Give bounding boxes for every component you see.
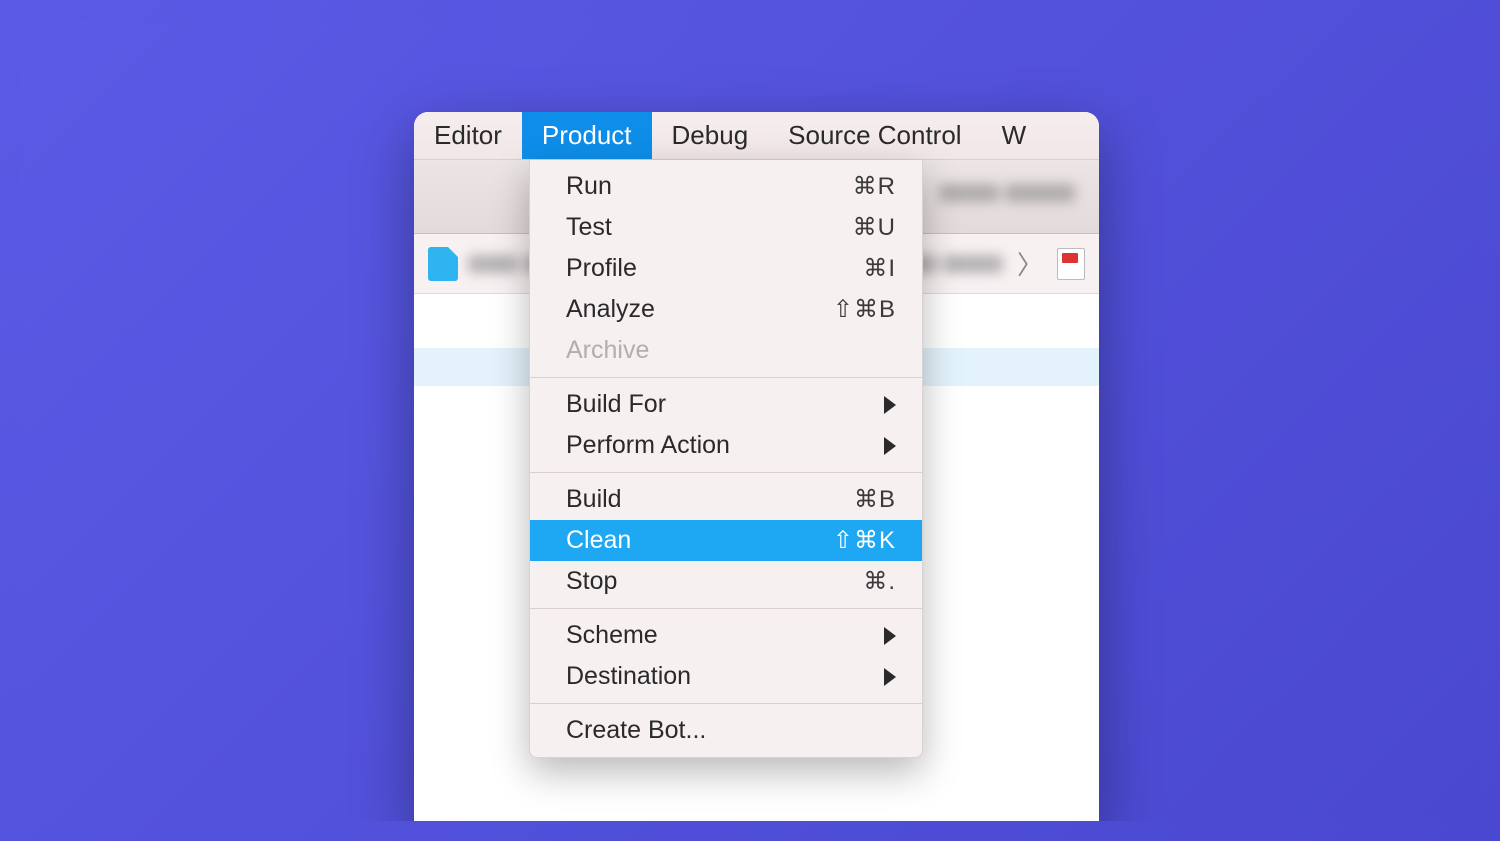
menu-item-analyze[interactable]: Analyze ⇧⌘B xyxy=(530,289,922,330)
menu-item-label: Build For xyxy=(566,390,666,419)
menu-item-shortcut: ⌘I xyxy=(863,254,896,283)
menu-item-label: Destination xyxy=(566,662,691,691)
menu-item-label: Profile xyxy=(566,254,637,283)
submenu-arrow-icon xyxy=(884,396,896,414)
menu-product[interactable]: Product xyxy=(522,112,652,159)
menu-debug[interactable]: Debug xyxy=(652,112,769,159)
toolbar-blurred-content xyxy=(939,184,1099,212)
menu-item-scheme[interactable]: Scheme xyxy=(530,615,922,656)
menu-window-truncated[interactable]: W xyxy=(982,112,1047,159)
menu-item-label: Stop xyxy=(566,567,617,596)
menu-item-label: Run xyxy=(566,172,612,201)
menu-item-shortcut: ⌘U xyxy=(853,213,896,242)
menu-editor[interactable]: Editor xyxy=(414,112,522,159)
menu-source-control[interactable]: Source Control xyxy=(768,112,981,159)
product-menu-dropdown: Run ⌘R Test ⌘U Profile ⌘I Analyze ⇧⌘B Ar… xyxy=(529,160,923,758)
menu-item-shortcut: ⌘B xyxy=(854,485,896,514)
menu-item-label: Build xyxy=(566,485,622,514)
menu-item-destination[interactable]: Destination xyxy=(530,656,922,697)
menu-item-profile[interactable]: Profile ⌘I xyxy=(530,248,922,289)
source-file-icon xyxy=(1057,248,1085,280)
menu-item-clean[interactable]: Clean ⇧⌘K xyxy=(530,520,922,561)
menu-item-shortcut: ⇧⌘K xyxy=(833,526,896,555)
background-frame: Editor Product Debug Source Control W 〉 xyxy=(20,20,1480,821)
menu-item-build-for[interactable]: Build For xyxy=(530,384,922,425)
menu-item-shortcut: ⌘. xyxy=(863,567,896,596)
menu-item-label: Clean xyxy=(566,526,631,555)
project-file-icon xyxy=(428,247,458,281)
menubar: Editor Product Debug Source Control W xyxy=(414,112,1099,160)
submenu-arrow-icon xyxy=(884,437,896,455)
submenu-arrow-icon xyxy=(884,627,896,645)
menu-item-run[interactable]: Run ⌘R xyxy=(530,166,922,207)
menu-item-shortcut: ⇧⌘B xyxy=(833,295,896,324)
menu-item-test[interactable]: Test ⌘U xyxy=(530,207,922,248)
menu-item-label: Scheme xyxy=(566,621,658,650)
menu-item-label: Analyze xyxy=(566,295,655,324)
menu-item-archive: Archive xyxy=(530,330,922,371)
xcode-window: Editor Product Debug Source Control W 〉 xyxy=(414,112,1099,821)
menu-item-label: Archive xyxy=(566,336,649,365)
menu-item-label: Create Bot... xyxy=(566,716,706,745)
chevron-right-icon: 〉 xyxy=(1017,245,1043,282)
menu-item-build[interactable]: Build ⌘B xyxy=(530,479,922,520)
menu-item-stop[interactable]: Stop ⌘. xyxy=(530,561,922,602)
menu-item-shortcut: ⌘R xyxy=(853,172,896,201)
menu-item-label: Test xyxy=(566,213,612,242)
submenu-arrow-icon xyxy=(884,668,896,686)
menu-item-create-bot[interactable]: Create Bot... xyxy=(530,710,922,751)
menu-item-perform-action[interactable]: Perform Action xyxy=(530,425,922,466)
menu-item-label: Perform Action xyxy=(566,431,730,460)
